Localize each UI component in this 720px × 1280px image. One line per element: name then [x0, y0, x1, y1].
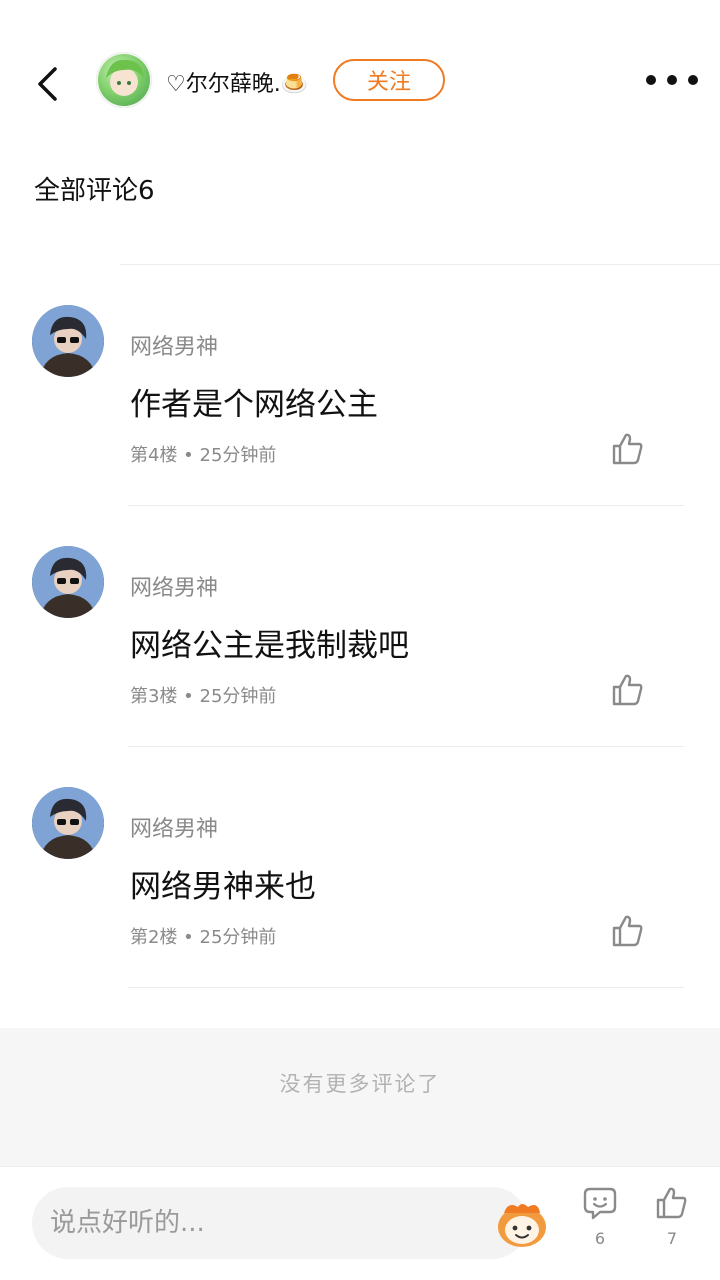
- comment-divider: [128, 746, 684, 747]
- author-avatar[interactable]: [96, 52, 152, 108]
- comments-title: 全部评论6: [34, 176, 155, 206]
- mascot-emoji-icon[interactable]: [494, 1199, 550, 1249]
- comment-count: 6: [594, 1229, 606, 1248]
- comment-meta: 第3楼 • 25分钟前: [130, 686, 277, 707]
- thumbs-up-icon: [656, 1187, 687, 1219]
- like-count: 7: [666, 1229, 678, 1248]
- like-button[interactable]: [610, 672, 646, 708]
- no-more-text: 没有更多评论了: [279, 1072, 441, 1096]
- commenter-avatar[interactable]: [32, 305, 104, 377]
- commenter-avatar[interactable]: [32, 787, 104, 859]
- commenter-name[interactable]: 网络男神: [130, 329, 218, 361]
- comment-meta: 第4楼 • 25分钟前: [130, 445, 277, 466]
- section-divider: [120, 264, 720, 265]
- comment-input-box[interactable]: [32, 1187, 546, 1259]
- thumbs-up-icon: [612, 915, 643, 947]
- more-dot: [688, 75, 698, 85]
- author-name[interactable]: ♡尔尔薛晚.🍮: [166, 66, 308, 98]
- thumbs-up-icon: [612, 674, 643, 706]
- like-action[interactable]: 7: [644, 1185, 700, 1248]
- comment-item[interactable]: 网络男神 作者是个网络公主 第4楼 • 25分钟前: [0, 305, 720, 545]
- commenter-name[interactable]: 网络男神: [130, 570, 218, 602]
- no-more-comments: 没有更多评论了: [0, 1028, 720, 1166]
- more-dot: [646, 75, 656, 85]
- like-button[interactable]: [610, 913, 646, 949]
- bottom-bar: 6 7: [0, 1166, 720, 1280]
- comment-action[interactable]: 6: [572, 1185, 628, 1248]
- top-bar: ♡尔尔薛晚.🍮 关注: [0, 0, 720, 160]
- comment-text: 作者是个网络公主: [130, 387, 378, 423]
- commenter-avatar-art: [32, 787, 104, 859]
- comment-item[interactable]: 网络男神 网络男神来也 第2楼 • 25分钟前: [0, 787, 720, 1027]
- like-button[interactable]: [610, 431, 646, 467]
- more-button[interactable]: [646, 66, 698, 94]
- more-dot: [667, 75, 677, 85]
- comment-item[interactable]: 网络男神 网络公主是我制裁吧 第3楼 • 25分钟前: [0, 546, 720, 786]
- follow-button[interactable]: 关注: [333, 59, 445, 101]
- back-button[interactable]: [30, 62, 64, 106]
- comment-divider: [128, 987, 684, 988]
- commenter-avatar-art: [32, 305, 104, 377]
- comment-meta: 第2楼 • 25分钟前: [130, 927, 277, 948]
- chevron-left-icon: [38, 67, 57, 101]
- commenter-name[interactable]: 网络男神: [130, 811, 218, 843]
- comment-text: 网络公主是我制裁吧: [130, 628, 409, 664]
- commenter-avatar-art: [32, 546, 104, 618]
- comment-text: 网络男神来也: [130, 869, 316, 905]
- author-avatar-art: [106, 59, 144, 96]
- comment-divider: [128, 505, 684, 506]
- thumbs-up-icon: [612, 433, 643, 465]
- comment-bubble-icon: [583, 1187, 617, 1220]
- commenter-avatar[interactable]: [32, 546, 104, 618]
- comment-input[interactable]: [50, 1187, 460, 1259]
